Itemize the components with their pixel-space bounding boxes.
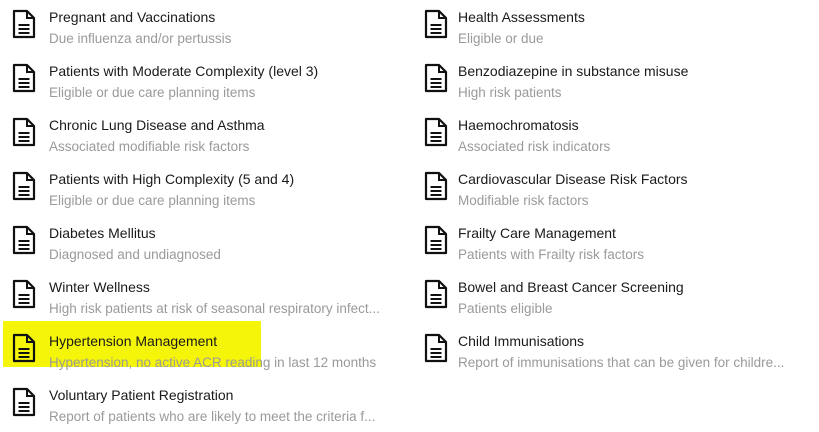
report-subtitle: Associated modifiable risk factors [49, 139, 250, 154]
document-icon [12, 9, 36, 39]
report-item-moderate-complexity[interactable]: Patients with Moderate Complexity (level… [0, 54, 420, 108]
report-title: Bowel and Breast Cancer Screening [458, 279, 684, 295]
document-icon [12, 171, 36, 201]
report-item-hypertension[interactable]: Hypertension Management Hypertension, no… [0, 324, 420, 378]
report-title: Child Immunisations [458, 333, 585, 349]
report-subtitle: Diagnosed and undiagnosed [49, 247, 221, 262]
report-item-haemochromatosis[interactable]: Haemochromatosis Associated risk indicat… [420, 108, 819, 162]
document-icon [12, 117, 36, 147]
report-subtitle: Report of patients who are likely to mee… [49, 409, 376, 424]
report-subtitle: High risk patients [458, 85, 562, 100]
report-item-cardiovascular[interactable]: Cardiovascular Disease Risk Factors Modi… [420, 162, 819, 216]
document-icon [424, 333, 448, 363]
report-title: Chronic Lung Disease and Asthma [49, 117, 265, 133]
document-icon [424, 117, 448, 147]
document-icon [12, 63, 36, 93]
report-item-health-assessments[interactable]: Health Assessments Eligible or due [420, 0, 819, 54]
report-item-benzodiazepine[interactable]: Benzodiazepine in substance misuse High … [420, 54, 819, 108]
report-subtitle: Eligible or due care planning items [49, 193, 256, 208]
report-item-frailty[interactable]: Frailty Care Management Patients with Fr… [420, 216, 819, 270]
report-title: Hypertension Management [49, 333, 218, 349]
document-icon [424, 279, 448, 309]
document-icon [424, 171, 448, 201]
report-title: Diabetes Mellitus [49, 225, 156, 241]
report-item-high-complexity[interactable]: Patients with High Complexity (5 and 4) … [0, 162, 420, 216]
report-title: Cardiovascular Disease Risk Factors [458, 171, 688, 187]
report-item-pregnant-vaccinations[interactable]: Pregnant and Vaccinations Due influenza … [0, 0, 420, 54]
report-subtitle: Due influenza and/or pertussis [49, 31, 232, 46]
document-icon [12, 333, 36, 363]
report-title: Health Assessments [458, 9, 585, 25]
report-subtitle: Patients eligible [458, 301, 553, 316]
document-icon [12, 279, 36, 309]
report-subtitle: Report of immunisations that can be give… [458, 355, 785, 370]
report-subtitle: Modifiable risk factors [458, 193, 589, 208]
report-subtitle: Hypertension, no active ACR reading in l… [49, 355, 377, 370]
document-icon [12, 387, 36, 417]
report-title: Frailty Care Management [458, 225, 616, 241]
report-item-chronic-lung[interactable]: Chronic Lung Disease and Asthma Associat… [0, 108, 420, 162]
report-subtitle: Associated risk indicators [458, 139, 611, 154]
report-title: Pregnant and Vaccinations [49, 9, 216, 25]
report-subtitle: Eligible or due [458, 31, 544, 46]
document-icon [12, 225, 36, 255]
document-icon [424, 225, 448, 255]
report-title: Benzodiazepine in substance misuse [458, 63, 689, 79]
report-item-child-immunisations[interactable]: Child Immunisations Report of immunisati… [420, 324, 819, 378]
report-title: Haemochromatosis [458, 117, 579, 133]
report-item-diabetes[interactable]: Diabetes Mellitus Diagnosed and undiagno… [0, 216, 420, 270]
report-title: Winter Wellness [49, 279, 150, 295]
report-item-cancer-screening[interactable]: Bowel and Breast Cancer Screening Patien… [420, 270, 819, 324]
report-item-voluntary-registration[interactable]: Voluntary Patient Registration Report of… [0, 378, 420, 432]
report-subtitle: High risk patients at risk of seasonal r… [49, 301, 380, 316]
report-subtitle: Eligible or due care planning items [49, 85, 256, 100]
report-title: Patients with Moderate Complexity (level… [49, 63, 319, 79]
report-subtitle: Patients with Frailty risk factors [458, 247, 645, 262]
report-title: Voluntary Patient Registration [49, 387, 234, 403]
document-icon [424, 9, 448, 39]
report-title: Patients with High Complexity (5 and 4) [49, 171, 295, 187]
document-icon [424, 63, 448, 93]
report-item-winter-wellness[interactable]: Winter Wellness High risk patients at ri… [0, 270, 420, 324]
